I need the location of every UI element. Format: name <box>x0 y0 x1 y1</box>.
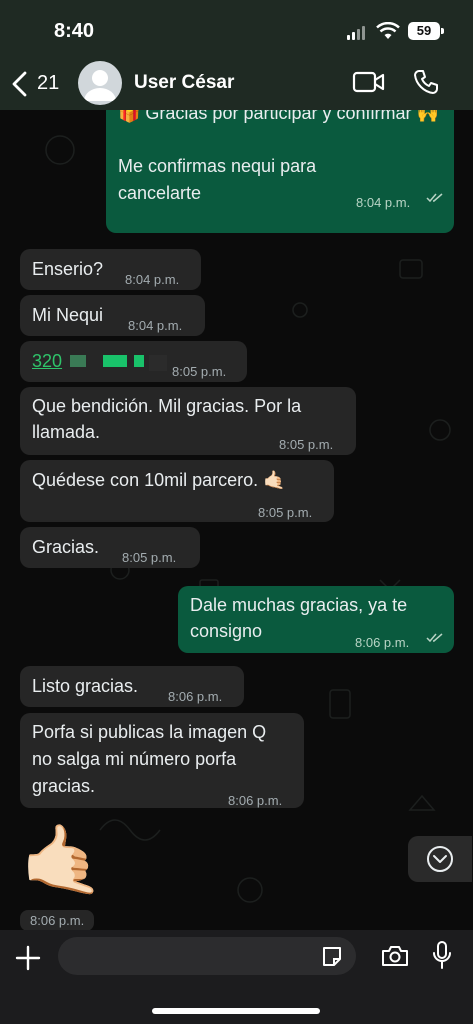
redaction-block <box>149 355 167 371</box>
message-incoming[interactable]: Quédese con 10mil parcero. 🤙🏻 8:05 p.m. <box>20 460 334 522</box>
message-text: 🎁 Gracias por participar y confirmar 🙌 <box>118 110 439 123</box>
read-ticks-icon <box>426 193 443 203</box>
battery-indicator: 59 <box>408 22 440 40</box>
message-outgoing[interactable]: Dale muchas gracias, ya te consigno 8:06… <box>178 586 454 653</box>
emoji-message[interactable]: 🤙🏻 8:06 p.m. <box>20 822 110 930</box>
phone-call-icon[interactable] <box>413 69 439 95</box>
video-call-icon[interactable] <box>352 70 386 94</box>
read-ticks-icon <box>426 633 443 643</box>
wifi-icon <box>376 22 400 39</box>
message-incoming[interactable]: Listo gracias. 8:06 p.m. <box>20 666 244 707</box>
battery-tip <box>441 28 444 34</box>
message-text: Gracias. <box>32 537 100 557</box>
sticker-icon[interactable] <box>320 945 344 969</box>
message-incoming[interactable]: Porfa si publicas la imagen Q no salga m… <box>20 713 304 808</box>
status-time: 8:40 <box>54 20 95 42</box>
message-incoming[interactable]: Gracias. 8:05 p.m. <box>20 527 200 568</box>
avatar[interactable] <box>78 61 122 105</box>
status-bar: 8:40 59 <box>0 0 473 58</box>
chat-header: 21 User César <box>0 58 473 110</box>
message-incoming[interactable]: Que bendición. Mil gracias. Por la llama… <box>20 387 356 455</box>
microphone-icon[interactable] <box>431 940 453 972</box>
scroll-to-bottom-button[interactable] <box>408 836 472 882</box>
emoji-large: 🤙🏻 <box>20 822 105 898</box>
phone-number-link[interactable]: 320 <box>32 348 62 374</box>
message-time: 8:06 p.m. <box>228 793 283 808</box>
plus-icon[interactable] <box>14 944 42 972</box>
message-time: 8:04 p.m. <box>356 195 411 210</box>
message-time: 8:05 p.m. <box>279 437 334 452</box>
contact-name[interactable]: User César <box>134 72 234 94</box>
message-time: 8:04 p.m. <box>125 272 180 287</box>
back-chevron-icon[interactable] <box>10 70 30 98</box>
message-composer <box>0 930 473 1024</box>
message-time: 8:06 p.m. <box>20 910 95 930</box>
message-text: Dale muchas gracias, ya te consigno <box>190 595 408 641</box>
camera-icon[interactable] <box>380 944 410 968</box>
redaction-block <box>70 355 86 367</box>
message-time: 8:06 p.m. <box>168 689 223 704</box>
message-time: 8:05 p.m. <box>122 550 177 565</box>
message-text: Mi Nequi <box>32 305 104 325</box>
message-incoming[interactable]: 320 8:05 p.m. <box>20 341 247 382</box>
message-time: 8:04 p.m. <box>128 318 183 333</box>
message-time: 8:05 p.m. <box>258 505 313 520</box>
message-time: 8:06 p.m. <box>355 635 410 650</box>
message-text: Listo gracias. <box>32 676 139 696</box>
message-incoming[interactable]: Mi Nequi 8:04 p.m. <box>20 295 205 336</box>
message-outgoing[interactable]: 🎁 Gracias por participar y confirmar 🙌 M… <box>106 110 454 233</box>
message-incoming[interactable]: Enserio? 8:04 p.m. <box>20 249 201 290</box>
message-time: 8:05 p.m. <box>172 364 227 379</box>
message-text: Enserio? <box>32 259 104 279</box>
cellular-signal-icon <box>347 26 367 40</box>
message-text: Quédese con 10mil parcero. 🤙🏻 <box>32 470 286 490</box>
redaction-block <box>134 355 144 367</box>
default-avatar-icon <box>84 70 116 101</box>
chevron-down-icon <box>427 846 453 872</box>
message-text: Me confirmas nequi para cancelarte <box>118 156 317 203</box>
redaction-block <box>103 355 127 367</box>
unread-count[interactable]: 21 <box>37 72 59 95</box>
chat-area[interactable]: 🎁 Gracias por participar y confirmar 🙌 M… <box>0 110 473 930</box>
home-indicator <box>152 1008 320 1014</box>
message-input[interactable] <box>58 937 356 975</box>
